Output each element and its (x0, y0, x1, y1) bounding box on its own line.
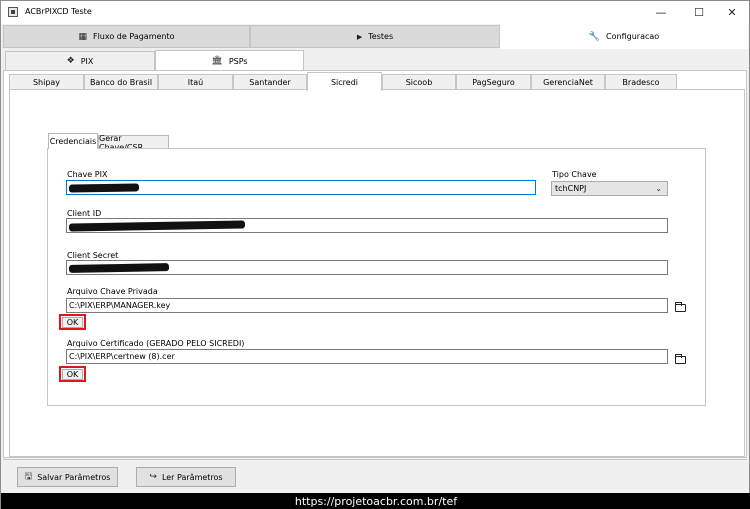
tab-configuracao[interactable]: 🔧 Configuracao (500, 24, 748, 49)
tab-label: Sicoob (405, 78, 433, 87)
tab-label: PSPs (228, 56, 248, 66)
arquivo-chave-label: Arquivo Chave Privada (67, 287, 158, 296)
tab-sicoob[interactable]: Sicoob (382, 74, 456, 90)
footer-banner: https://projetoacbr.com.br/tef (1, 493, 750, 509)
ok-button-chave[interactable]: OK (59, 314, 86, 330)
button-label: Salvar Parâmetros (37, 472, 111, 482)
redo-arrow-icon: ↪ (149, 472, 157, 482)
tab-label: Bradesco (622, 78, 660, 87)
tab-bradesco[interactable]: Bradesco (605, 74, 677, 90)
tab-gerencianet[interactable]: GerenciaNet (531, 74, 605, 90)
tab-credenciais[interactable]: Credenciais (48, 133, 98, 149)
tab-psps[interactable]: 🏛 PSPs (155, 50, 304, 71)
tab-label: GerenciaNet (543, 78, 593, 87)
client-secret-label: Client Secret (67, 251, 119, 260)
arquivo-cert-label: Arquivo Certificado (GERADO PELO SICREDI… (67, 339, 245, 348)
minimize-icon: — (655, 6, 667, 19)
close-icon: ✕ (727, 6, 737, 19)
tab-testes[interactable]: ▶ Testes (250, 25, 500, 48)
app-icon (8, 7, 18, 17)
tipo-chave-value: tchCNPJ (555, 184, 587, 193)
tab-label: Credenciais (49, 137, 97, 146)
tab-itau[interactable]: Itaú (158, 74, 233, 90)
button-label: Ler Parâmetros (161, 472, 223, 482)
save-icon: 🖫 (24, 472, 33, 482)
tab-pagseguro[interactable]: PagSeguro (456, 74, 531, 90)
tab-gerar-chave-csr[interactable]: Gerar Chave/CSR (98, 134, 169, 152)
chevron-down-icon: ⌄ (655, 184, 662, 193)
maximize-icon: ☐ (694, 6, 704, 19)
redaction-scribble (68, 263, 170, 273)
tab-label: Shipay (32, 78, 61, 87)
app-window: ACBrPIXCD Teste — ☐ ✕ ▦ Fluxo de Pagamen… (0, 0, 750, 509)
folder-icon[interactable] (674, 354, 686, 364)
pix-icon: ❖ (66, 56, 75, 66)
tab-santander[interactable]: Santander (233, 74, 307, 90)
tipo-chave-select[interactable]: tchCNPJ ⌄ (551, 181, 668, 196)
tab-shipay[interactable]: Shipay (9, 74, 84, 90)
ok-label: OK (62, 368, 83, 380)
bank-icon: 🏛 (211, 56, 223, 66)
footer-url: https://projetoacbr.com.br/tef (294, 495, 458, 508)
arquivo-cert-input[interactable]: C:\PIX\ERP\certnew (8).cer (66, 349, 668, 364)
tipo-chave-label: Tipo Chave (552, 170, 597, 179)
tab-label: Itaú (187, 78, 204, 87)
chave-pix-label: Chave PIX (67, 170, 108, 179)
tab-label: Sicredi (330, 77, 359, 87)
salvar-parametros-button[interactable]: 🖫 Salvar Parâmetros (17, 467, 118, 487)
arquivo-cert-value: C:\PIX\ERP\certnew (8).cer (69, 352, 175, 361)
tab-label: Fluxo de Pagamento (92, 32, 175, 41)
tab-label: PagSeguro (472, 78, 515, 87)
window-title: ACBrPIXCD Teste (25, 7, 92, 16)
client-id-input[interactable] (66, 218, 668, 233)
tab-label: Santander (249, 78, 291, 87)
redaction-scribble (68, 220, 246, 232)
tab-sicredi[interactable]: Sicredi (307, 72, 382, 91)
arquivo-chave-input[interactable]: C:\PIX\ERP\MANAGER.key (66, 298, 668, 313)
grid-icon: ▦ (78, 31, 87, 42)
client-id-label: Client ID (67, 209, 102, 218)
divider (3, 459, 747, 460)
tab-label: Configuracao (606, 32, 660, 41)
tab-banco-do-brasil[interactable]: Banco do Brasil (84, 74, 158, 90)
arquivo-chave-value: C:\PIX\ERP\MANAGER.key (69, 301, 171, 310)
tab-pix[interactable]: ❖ PIX (5, 51, 155, 71)
wrench-icon: 🔧 (588, 31, 601, 42)
play-icon: ▶ (356, 32, 363, 41)
close-button[interactable]: ✕ (715, 1, 749, 24)
maximize-button[interactable]: ☐ (682, 1, 716, 24)
ok-button-cert[interactable]: OK (59, 366, 86, 382)
tab-fluxo-de-pagamento[interactable]: ▦ Fluxo de Pagamento (3, 25, 250, 48)
chave-pix-input[interactable] (66, 180, 536, 195)
title-bar: ACBrPIXCD Teste — ☐ ✕ (1, 1, 749, 24)
ler-parametros-button[interactable]: ↪ Ler Parâmetros (136, 467, 236, 487)
tab-label: Testes (368, 32, 394, 41)
tab-label: Banco do Brasil (89, 78, 153, 87)
client-secret-input[interactable] (66, 260, 668, 275)
tab-label: PIX (80, 56, 94, 66)
minimize-button[interactable]: — (644, 1, 678, 24)
folder-icon[interactable] (674, 302, 686, 312)
redaction-scribble (68, 183, 140, 193)
ok-label: OK (62, 316, 83, 328)
